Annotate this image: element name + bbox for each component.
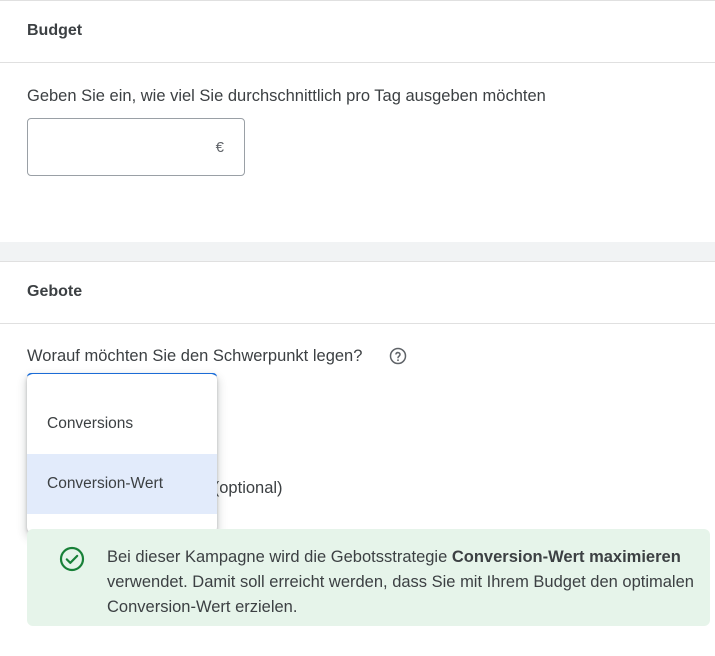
budget-title: Budget (27, 22, 83, 39)
daily-budget-field[interactable]: € (27, 118, 245, 177)
bids-title: Gebote (27, 283, 83, 300)
daily-budget-input[interactable] (40, 119, 214, 177)
budget-prompt: Geben Sie ein, wie viel Sie durchschnitt… (27, 87, 546, 105)
section-gap (0, 242, 715, 261)
help-circle-icon[interactable] (389, 347, 407, 365)
option-conversion-value[interactable]: Conversion-Wert (27, 454, 217, 514)
budget-divider (0, 62, 715, 63)
focus-dropdown-menu: Conversions Conversion-Wert (27, 374, 217, 533)
notice-text-before: Bei dieser Kampagne wird die Gebotsstrat… (107, 548, 452, 566)
notice-text: Bei dieser Kampagne wird die Gebotsstrat… (107, 545, 697, 620)
bid-strategy-notice: Bei dieser Kampagne wird die Gebotsstrat… (27, 529, 710, 626)
bids-divider (0, 323, 715, 324)
notice-strategy-name: Conversion-Wert maximieren (451, 548, 681, 566)
check-circle-icon (59, 546, 85, 572)
notice-text-after: verwendet. Damit soll erreicht werden, d… (107, 573, 694, 616)
budget-card: Budget Geben Sie ein, wie viel Sie durch… (0, 0, 715, 242)
focus-question: Worauf möchten Sie den Schwerpunkt legen… (27, 347, 363, 365)
option-conversions[interactable]: Conversions (27, 394, 217, 454)
currency-symbol: € (215, 139, 224, 156)
